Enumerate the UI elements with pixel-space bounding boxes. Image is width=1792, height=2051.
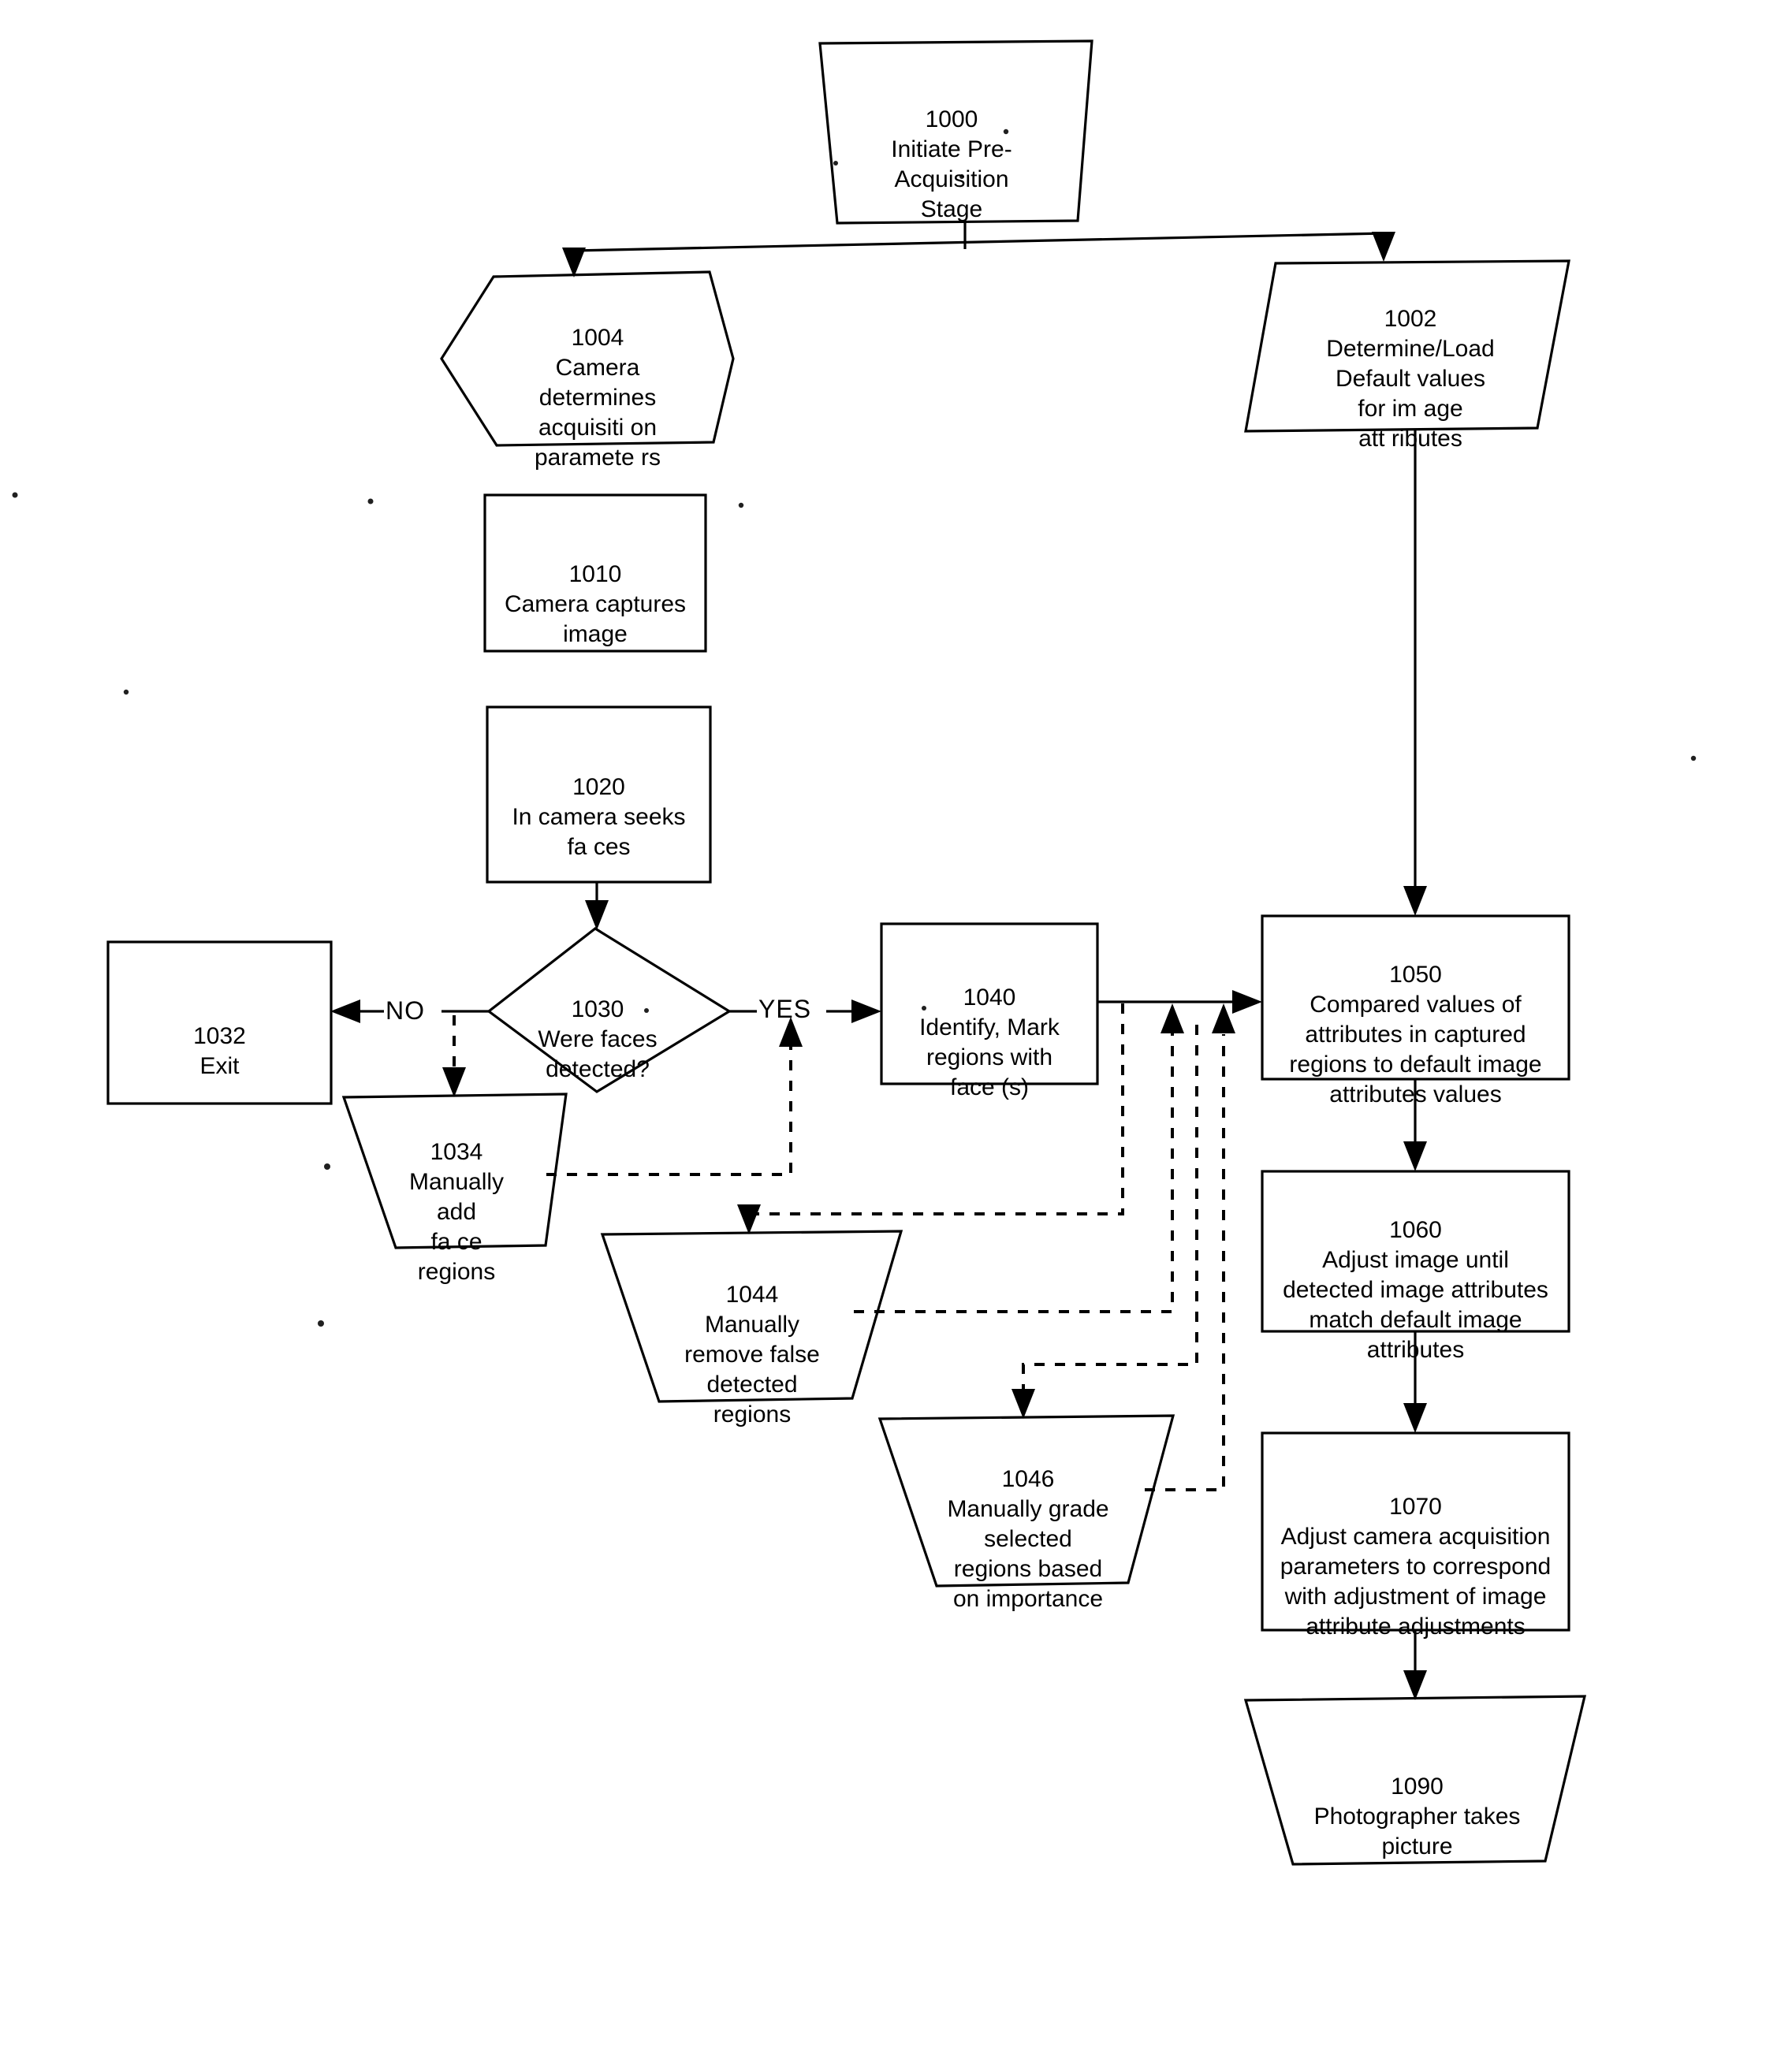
connector-splitter-bar	[573, 232, 1384, 252]
arrowhead-1090	[1403, 1670, 1427, 1700]
flowchart-graphics	[12, 39, 1697, 1866]
arrowhead-1044	[737, 1204, 761, 1234]
scan-speck	[318, 1320, 324, 1327]
node-shape-1050	[1261, 914, 1570, 1081]
arrowhead-trunk-1	[1161, 1003, 1184, 1033]
node-shape-1034	[341, 1093, 568, 1249]
arrowhead-1030-top	[585, 900, 609, 930]
node-shape-1000	[818, 39, 1093, 225]
node-shape-1002	[1244, 259, 1570, 433]
node-shape-1020	[486, 705, 712, 884]
arrowhead-1040	[851, 999, 881, 1023]
node-shape-1046	[877, 1414, 1175, 1588]
scan-speck	[12, 492, 18, 498]
scan-speck	[922, 1006, 926, 1011]
node-shape-1010	[483, 493, 707, 653]
arrowhead-1004	[562, 248, 586, 277]
scan-speck	[644, 1008, 649, 1013]
node-shape-1044	[600, 1230, 903, 1403]
node-shape-1040	[880, 922, 1099, 1085]
scan-speck	[324, 1163, 330, 1170]
node-shape-1060	[1261, 1170, 1570, 1333]
arrowhead-1060	[1403, 1141, 1427, 1171]
arrowhead-1034	[442, 1067, 466, 1097]
arrowhead-1070	[1403, 1403, 1427, 1433]
scan-speck	[123, 689, 129, 695]
scan-speck	[833, 161, 838, 166]
arrowhead-1050-top	[1403, 886, 1427, 916]
arrowhead-1050-left	[1232, 990, 1262, 1014]
scan-speck	[959, 174, 964, 179]
node-shape-1032	[106, 940, 333, 1105]
arrowhead-1046	[1011, 1389, 1035, 1419]
node-shape-1030	[486, 927, 732, 1093]
node-shape-1004	[440, 270, 735, 447]
scan-speck	[1003, 128, 1009, 135]
arrowhead-1002	[1372, 232, 1395, 262]
arrowhead-trunk-2	[1212, 1003, 1235, 1033]
scan-speck	[1690, 755, 1697, 761]
node-shape-1090	[1243, 1695, 1587, 1866]
edge-label-no: NO	[386, 996, 425, 1025]
arrowhead-1032	[330, 999, 360, 1023]
edge-label-yes: YES	[758, 995, 812, 1023]
scan-speck	[738, 502, 744, 508]
node-shape-1070	[1261, 1431, 1570, 1632]
flowchart-canvas: 1000 Initiate Pre- Acquisition Stage 1004…	[0, 0, 1792, 2051]
scan-speck	[367, 498, 374, 504]
